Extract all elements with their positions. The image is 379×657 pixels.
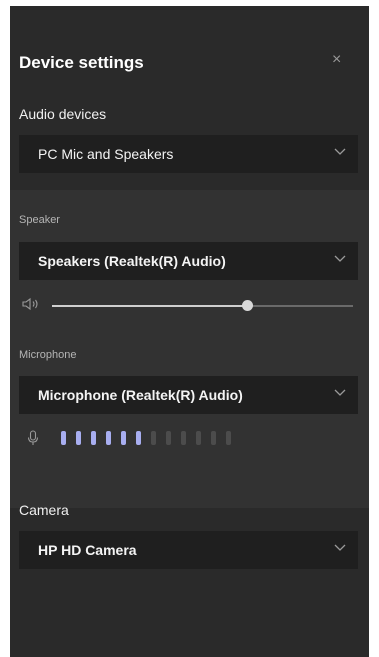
camera-value: HP HD Camera bbox=[38, 542, 137, 558]
level-bar bbox=[226, 431, 231, 445]
panel-title: Device settings bbox=[19, 53, 144, 72]
microphone-value: Microphone (Realtek(R) Audio) bbox=[38, 387, 243, 403]
level-bar bbox=[61, 431, 66, 445]
speaker-value: Speakers (Realtek(R) Audio) bbox=[38, 253, 226, 269]
speaker-dropdown[interactable]: Speakers (Realtek(R) Audio) bbox=[19, 242, 358, 280]
audio-devices-value: PC Mic and Speakers bbox=[38, 146, 174, 162]
microphone-dropdown[interactable]: Microphone (Realtek(R) Audio) bbox=[19, 376, 358, 414]
audio-devices-dropdown[interactable]: PC Mic and Speakers bbox=[19, 135, 358, 173]
close-icon[interactable]: × bbox=[332, 51, 341, 69]
speaker-label: Speaker bbox=[19, 214, 60, 226]
audio-devices-label: Audio devices bbox=[19, 106, 107, 122]
level-bar bbox=[196, 431, 201, 445]
volume-slider-fill bbox=[52, 305, 248, 307]
level-bar bbox=[181, 431, 186, 445]
level-bar bbox=[211, 431, 216, 445]
chevron-down-icon bbox=[334, 148, 346, 155]
level-bar bbox=[151, 431, 156, 445]
chevron-down-icon bbox=[334, 389, 346, 396]
level-bar bbox=[106, 431, 111, 445]
camera-dropdown[interactable]: HP HD Camera bbox=[19, 531, 358, 569]
microphone-label: Microphone bbox=[19, 349, 77, 361]
chevron-down-icon bbox=[334, 255, 346, 262]
microphone-icon bbox=[27, 430, 39, 445]
camera-label: Camera bbox=[19, 502, 69, 518]
level-bar bbox=[136, 431, 141, 445]
volume-slider-track[interactable] bbox=[52, 305, 353, 307]
speaker-volume-icon bbox=[22, 297, 38, 311]
level-bar bbox=[76, 431, 81, 445]
level-bar bbox=[91, 431, 96, 445]
level-bar bbox=[166, 431, 171, 445]
device-settings-panel: Device settings × Audio devices PC Mic a… bbox=[10, 6, 369, 657]
level-bar bbox=[121, 431, 126, 445]
chevron-down-icon bbox=[334, 544, 346, 551]
